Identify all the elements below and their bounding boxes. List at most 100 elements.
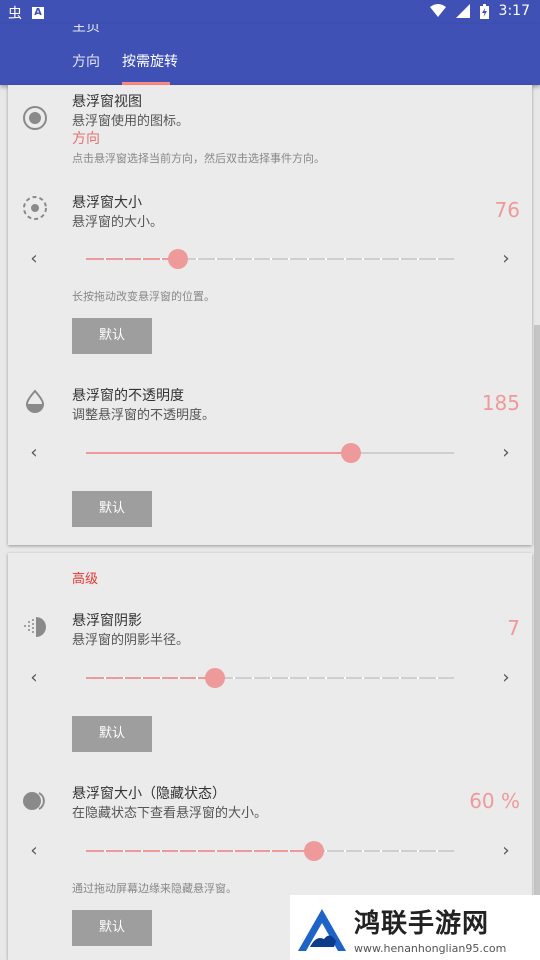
opacity-decrease-chevron-left-icon[interactable]: ‹: [26, 444, 42, 462]
size-slider-thumb[interactable]: [168, 249, 188, 269]
hidden-size-slider[interactable]: [86, 841, 454, 861]
slider-tick: [325, 850, 328, 852]
slider-tick: [417, 258, 420, 260]
size-note: 长按拖动改变悬浮窗的位置。: [72, 290, 215, 303]
slider-tick: [288, 258, 291, 260]
slider-tick: [233, 677, 236, 679]
size-title: 悬浮窗大小: [72, 195, 142, 211]
slider-tick: [159, 677, 162, 679]
slider-tick: [196, 850, 199, 852]
slider-tick: [398, 258, 401, 260]
opacity-subtitle: 调整悬浮窗的不透明度。: [72, 408, 216, 423]
slider-tick: [435, 258, 438, 260]
slider-tick: [104, 258, 107, 260]
slider-tick: [159, 850, 162, 852]
shadow-icon: [24, 617, 46, 637]
slider-tick: [141, 258, 144, 260]
slider-tick: [380, 850, 383, 852]
floating-view-title: 悬浮窗视图: [72, 94, 142, 110]
slider-tick: [214, 258, 217, 260]
slider-tick: [306, 258, 309, 260]
battery-charging-icon: [479, 3, 489, 19]
slider-tick: [178, 677, 180, 679]
hidden-size-title: 悬浮窗大小（隐藏状态）: [72, 786, 226, 802]
slider-tick: [251, 677, 254, 679]
slider-tick: [178, 850, 180, 852]
scrollbar[interactable]: [534, 325, 540, 895]
slider-tick: [343, 677, 346, 679]
slider-tick: [288, 677, 291, 679]
section-title-advanced: 高级: [72, 572, 99, 587]
shadow-default-button[interactable]: 默认: [72, 716, 152, 752]
opacity-slider-thumb[interactable]: [340, 443, 361, 463]
slider-tick: [251, 850, 254, 852]
opacity-slider[interactable]: [86, 443, 454, 463]
size-default-button[interactable]: 默认: [72, 318, 152, 354]
slider-tick: [104, 850, 107, 852]
slider-tick: [214, 850, 217, 852]
slider-tick: [306, 677, 309, 679]
hidden-size-slider-thumb[interactable]: [304, 841, 325, 861]
slider-tick: [270, 258, 272, 260]
size-increase-chevron-right-icon[interactable]: ›: [498, 250, 514, 268]
hidden-size-subtitle: 在隐藏状态下查看悬浮窗的大小。: [72, 806, 268, 821]
slider-tick: [362, 677, 364, 679]
slider-tick: [233, 258, 236, 260]
settings-card-basic: 悬浮窗视图 悬浮窗使用的图标。 方向 点击悬浮窗选择当前方向，然后双击选择事件方…: [8, 85, 532, 545]
slider-tick: [380, 677, 383, 679]
size-decrease-chevron-left-icon[interactable]: ‹: [26, 250, 42, 268]
slider-tick: [435, 677, 438, 679]
slider-tick: [417, 677, 420, 679]
watermark-banner: 鸿联手游网 www.henanhonglian95.com: [290, 895, 540, 960]
signal-icon: [455, 4, 470, 18]
slider-tick: [251, 258, 254, 260]
hidden-size-note: 通过拖动屏幕边缘来隐藏悬浮窗。: [72, 882, 237, 895]
slider-tick: [362, 258, 364, 260]
slider-tick: [398, 677, 401, 679]
slider-tick: [141, 850, 144, 852]
shadow-increase-chevron-right-icon[interactable]: ›: [498, 669, 514, 687]
size-slider[interactable]: [86, 249, 454, 269]
slider-tick: [122, 677, 125, 679]
floating-view-value[interactable]: 方向: [72, 128, 100, 148]
slider-tick: [325, 677, 328, 679]
slider-tick: [141, 677, 144, 679]
opacity-value: 185: [481, 391, 520, 415]
slider-tick: [159, 258, 162, 260]
logo-icon: [298, 909, 346, 951]
slider-tick: [343, 850, 346, 852]
shadow-slider-thumb[interactable]: [204, 668, 225, 688]
hidden-size-default-button[interactable]: 默认: [72, 910, 152, 946]
slider-tick: [122, 850, 125, 852]
floating-view-note: 点击悬浮窗选择当前方向，然后双击选择事件方向。: [72, 152, 325, 165]
hidden-size-decrease-chevron-left-icon[interactable]: ‹: [26, 842, 42, 860]
tab-direction[interactable]: 方向: [72, 51, 100, 71]
opacity-title: 悬浮窗的不透明度: [72, 388, 184, 404]
tab-rotate-on-demand[interactable]: 按需旋转: [122, 51, 178, 71]
slider-tick: [288, 850, 291, 852]
watermark-url: www.henanhonglian95.com: [354, 942, 507, 955]
shadow-value: 7: [507, 616, 520, 640]
size-value: 76: [494, 198, 520, 222]
slider-tick: [122, 258, 125, 260]
status-bar: 虫 A 3:17: [0, 0, 540, 24]
slider-tick: [104, 677, 107, 679]
slider-tick: [417, 850, 420, 852]
shadow-decrease-chevron-left-icon[interactable]: ‹: [26, 669, 42, 687]
slider-tick: [270, 677, 272, 679]
shadow-slider[interactable]: [86, 668, 454, 688]
opacity-increase-chevron-right-icon[interactable]: ›: [498, 444, 514, 462]
app-notification-icon: 虫: [8, 6, 22, 22]
slider-tick: [196, 677, 199, 679]
clock: 3:17: [498, 3, 530, 19]
size-subtitle: 悬浮窗的大小。: [72, 215, 164, 230]
wifi-icon: [429, 4, 446, 17]
slider-tick: [196, 258, 199, 260]
opacity-default-button[interactable]: 默认: [72, 491, 152, 527]
slider-tick: [380, 258, 383, 260]
hidden-size-increase-chevron-right-icon[interactable]: ›: [498, 842, 514, 860]
slider-tick: [362, 850, 364, 852]
half-circle-toggle-icon: [23, 792, 45, 810]
slider-tick: [325, 258, 328, 260]
water-drop-icon: [25, 389, 45, 413]
